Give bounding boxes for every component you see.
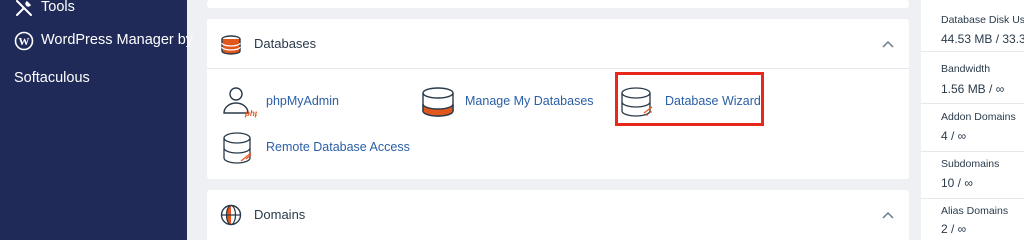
wordpress-line: Softaculous bbox=[14, 70, 90, 86]
stat-subdomains: Subdomains 10 / ∞ bbox=[921, 152, 1024, 199]
databases-title: Databases bbox=[254, 36, 317, 51]
stat-title: Subdomains bbox=[941, 158, 1000, 170]
previous-card bbox=[207, 0, 909, 8]
phpmyadmin-icon: php bbox=[223, 87, 257, 118]
stat-title: Addon Domains bbox=[941, 111, 1016, 123]
stats-panel: Database Disk Usa 44.53 MB / 33.37 Bandw… bbox=[921, 0, 1024, 240]
tool-label: phpMyAdmin bbox=[266, 94, 339, 108]
domains-title: Domains bbox=[254, 207, 306, 222]
remote-database-icon bbox=[223, 132, 252, 164]
stat-title: Alias Domains bbox=[941, 205, 1009, 217]
sidebar-wordpress-label: WordPress Manager by bbox=[41, 31, 193, 50]
sidebar: Tools W WordPress Manager by Softaculous bbox=[0, 0, 193, 240]
stat-title: Database Disk Usa bbox=[941, 14, 1024, 26]
chevron-up-icon[interactable] bbox=[881, 208, 895, 222]
stat-value: 4 / ∞ bbox=[941, 129, 967, 143]
chevron-up-icon[interactable] bbox=[881, 37, 895, 51]
svg-text:php: php bbox=[244, 109, 257, 118]
highlight-box bbox=[615, 72, 764, 126]
databases-header[interactable]: Databases bbox=[207, 19, 909, 69]
domains-card: Domains bbox=[207, 190, 909, 240]
stat-value: 44.53 MB / 33.37 bbox=[941, 32, 1024, 46]
stat-value: 1.56 MB / ∞ bbox=[941, 82, 1005, 96]
stat-bandwidth: Bandwidth 1.56 MB / ∞ bbox=[921, 52, 1024, 104]
stat-value: 10 / ∞ bbox=[941, 176, 973, 190]
tool-label: Remote Database Access bbox=[266, 140, 410, 154]
wordpress-icon: W bbox=[14, 31, 34, 51]
stat-alias-domains: Alias Domains 2 / ∞ bbox=[921, 199, 1024, 240]
database-icon bbox=[422, 87, 454, 117]
stat-value: 2 / ∞ bbox=[941, 222, 967, 236]
tool-label: Manage My Databases bbox=[465, 94, 594, 108]
domains-header[interactable]: Domains bbox=[207, 190, 909, 240]
stat-title: Bandwidth bbox=[941, 63, 991, 75]
wordpress-line: Manager by bbox=[116, 32, 194, 48]
sidebar-item-label: Tools bbox=[41, 0, 75, 15]
globe-icon bbox=[220, 204, 242, 226]
stat-database-disk-usage: Database Disk Usa 44.53 MB / 33.37 bbox=[921, 0, 1024, 52]
database-icon bbox=[221, 35, 241, 55]
svg-text:W: W bbox=[19, 36, 30, 48]
stat-addon-domains: Addon Domains 4 / ∞ bbox=[921, 104, 1024, 152]
tools-icon bbox=[16, 0, 32, 16]
wordpress-line: WordPress bbox=[41, 32, 113, 48]
